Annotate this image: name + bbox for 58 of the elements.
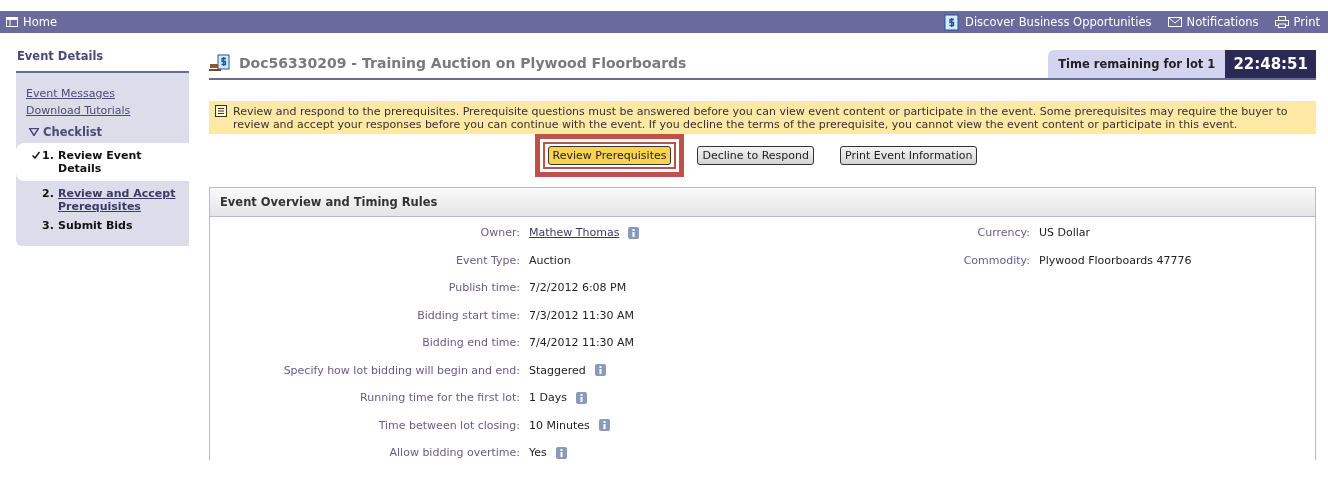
field-label: Time between lot closing: — [377, 417, 520, 433]
timer-label: Time remaining for lot 1 — [1048, 50, 1226, 78]
field-label: Owner: — [479, 225, 520, 240]
timer-value: 22:48:51 — [1225, 50, 1316, 78]
field-label: Allow bidding overtime: — [388, 445, 520, 460]
info-icon[interactable] — [575, 391, 587, 404]
field-label: Commodity: — [962, 252, 1030, 268]
triangle-down-icon — [29, 128, 39, 136]
field-label: Publish time: — [447, 280, 520, 295]
field-value: Yes — [529, 445, 547, 460]
owner-link[interactable]: Mathew Thomas — [529, 225, 620, 240]
printer-icon — [1274, 16, 1289, 28]
toolbar-link[interactable]: Print — [1274, 13, 1320, 31]
info-icon[interactable] — [594, 364, 606, 376]
info-icon[interactable] — [628, 226, 640, 239]
action-button[interactable]: Review Prerequisites — [547, 146, 672, 165]
note-icon — [215, 105, 227, 117]
action-button[interactable]: Decline to Respond — [697, 146, 814, 165]
sidebar-link[interactable]: Event Messages — [26, 85, 189, 102]
checklist-item[interactable]: 3. Submit Bids — [26, 213, 189, 232]
info-icon[interactable] — [555, 446, 567, 459]
notice-text: Review and respond to the prerequisites. Prerequisite questions must be answered before you can view event content or participate in the event. Some prerequisites may require the buyer to review and accept your responses before you can continue with the event. If you decline the terms of the prerequisite, you cannot view the event content or participate in this event. — [233, 105, 1289, 131]
field-label: Bidding start time: — [416, 307, 520, 323]
sidebar-link[interactable]: Download Tutorials — [26, 102, 189, 119]
home-link[interactable]: Home — [6, 15, 57, 29]
step-number: 2. — [42, 187, 55, 202]
checkmark-icon — [32, 151, 40, 159]
step-number: 1. — [42, 149, 55, 164]
field-value: US Dollar — [1039, 225, 1091, 240]
step-link[interactable]: Review and Accept Prerequisites — [58, 187, 185, 213]
step-label: Submit Bids — [58, 219, 134, 232]
toolbar-link[interactable]: Notifications — [1167, 13, 1259, 31]
field-value: 10 Minutes — [529, 417, 590, 433]
field-value: 7/3/2012 11:30 AM — [529, 307, 635, 323]
step-number: 3. — [42, 219, 55, 232]
field-label: Event Type: — [455, 252, 520, 268]
field-value: 1 Days — [529, 390, 567, 405]
toolbar-link[interactable]: Discover Business Opportunities — [944, 13, 1152, 31]
info-icon[interactable] — [598, 419, 610, 431]
action-button[interactable]: Print Event Information — [839, 146, 978, 165]
field-label: Bidding end time: — [421, 335, 520, 350]
step-label: Review Event Details — [58, 149, 143, 175]
field-label: Currency: — [976, 225, 1030, 240]
envelope-icon — [1167, 17, 1182, 27]
field-label: Specify how lot bidding will begin and end: — [282, 362, 520, 378]
dollar-document-icon — [944, 13, 961, 31]
field-value: Plywood Floorboards 47776 — [1039, 252, 1192, 268]
home-grid-icon — [6, 17, 18, 27]
panel-title: Event Overview and Timing Rules — [210, 188, 1315, 217]
field-value: 7/4/2012 11:30 AM — [529, 335, 635, 350]
field-label: Running time for the first lot: — [359, 390, 520, 405]
field-value: Staggered — [529, 362, 586, 378]
checklist-item[interactable]: 1. Review Event Details — [16, 143, 189, 181]
checklist-item[interactable]: 2. Review and Accept Prerequisites — [26, 181, 189, 213]
checklist-toggle[interactable]: Checklist — [29, 125, 189, 139]
event-title: Doc56330209 - Training Auction on Plywood Floorboards — [239, 55, 687, 71]
field-value: 7/2/2012 6:08 PM — [529, 280, 627, 295]
field-value: Auction — [529, 252, 571, 268]
